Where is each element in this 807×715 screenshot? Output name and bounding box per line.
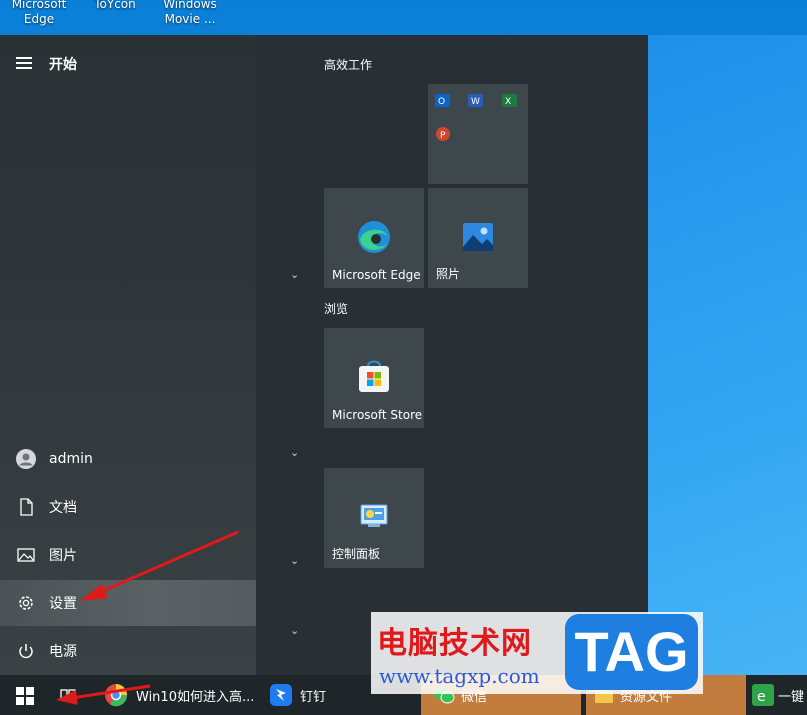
annotation-arrows — [56, 530, 239, 705]
watermark: 电脑技术网 www.tagxp.com TAG — [371, 612, 703, 694]
watermark-title: 电脑技术网 — [377, 626, 532, 661]
watermark-url: www.tagxp.com — [379, 664, 540, 688]
watermark-tag-logo: TAG — [565, 614, 698, 690]
